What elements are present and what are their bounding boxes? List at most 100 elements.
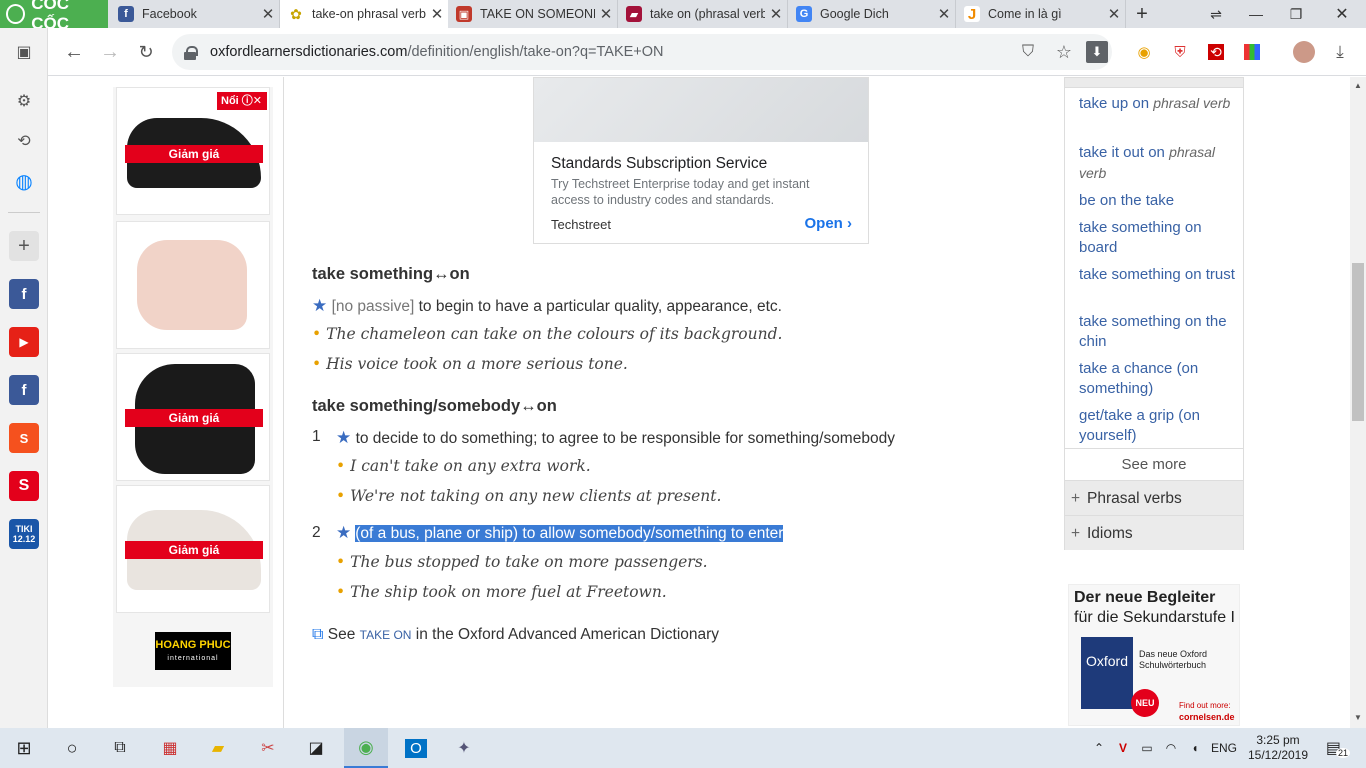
related-link[interactable]: take up on phrasal verb [1079,93,1239,114]
sidebar-toggle-icon[interactable]: ▣ [9,37,39,67]
tab-oxford[interactable]: ✿ take-on phrasal verb ✕ [280,0,448,28]
phrasal-verbs-section[interactable]: Phrasal verbs [1065,480,1243,516]
related-link[interactable]: take something on trust [1079,265,1239,285]
chevron-up-icon[interactable]: ⌃ [1090,728,1108,768]
neu-badge: NEU [1131,689,1159,717]
definition-line: ★ (of a bus, plane or ship) to allow some… [336,523,784,543]
shopee-icon[interactable]: S [9,423,39,453]
sticky-notes-icon[interactable]: ◪ [300,728,332,768]
task-view-icon[interactable]: ⧉ [104,728,136,768]
close-icon[interactable]: ✕ [595,5,617,23]
bullet-icon: • [336,583,346,601]
window-close-button[interactable]: ✕ [1322,0,1362,28]
reload-button[interactable]: ↻ [132,38,160,66]
shield-icon[interactable]: ⛉ [1014,38,1042,66]
coccoc-taskbar-icon[interactable]: ◉ [344,728,388,768]
sense-number: 2 [312,524,321,541]
taskbar-app-icon[interactable]: ▦ [154,728,186,768]
close-icon[interactable]: ✕ [426,5,448,23]
tiki-icon[interactable]: TIKI 12.12 [9,519,39,549]
ad-choices-badge[interactable]: Nổi ⓘ✕ [217,92,267,110]
related-link[interactable]: get/take a grip (on yourself) [1079,406,1239,446]
see-more-button[interactable]: See more [1065,448,1243,480]
history-icon[interactable]: ⟲ [9,126,39,156]
ad-product-shoe[interactable]: Giảm giá [116,485,270,613]
book-subtitle: Das neue Oxford Schulwörterbuch [1139,649,1208,670]
ad-product-shoe[interactable]: Giảm giá [116,353,270,481]
back-button[interactable]: ← [60,38,88,66]
gear-icon[interactable]: ⚙ [9,86,39,116]
close-icon[interactable]: ✕ [933,5,955,23]
battery-icon[interactable]: ▭ [1138,728,1156,768]
extension-adblock-icon[interactable]: ⛨ [1166,38,1194,66]
clock[interactable]: 3:25 pm 15/12/2019 [1246,728,1310,768]
related-link[interactable]: be on the take [1079,191,1239,211]
language-indicator[interactable]: ENG [1208,728,1240,768]
sendo-icon[interactable]: S [9,471,39,501]
volume-icon[interactable]: ◖ [1186,728,1204,768]
tab-google-translate[interactable]: G Google Dich ✕ [788,0,956,28]
ad-product-shoe[interactable]: Nổi ⓘ✕ Giảm giá [116,87,270,215]
tab-search-icon[interactable]: ⇌ [1196,0,1236,28]
youtube-icon[interactable]: ▶ [9,327,39,357]
column-divider [283,77,284,728]
left-ad-column[interactable]: Nổi ⓘ✕ Giảm giá Giảm giá Giảm giá HOANG P… [113,87,273,687]
restore-button[interactable]: ❐ [1276,0,1316,28]
close-icon[interactable]: ✕ [765,5,787,23]
related-link[interactable]: take something on board [1079,218,1239,258]
related-link[interactable]: take it out on phrasal verb [1079,142,1239,184]
idioms-section[interactable]: Idioms [1065,515,1243,551]
hoangphuc-logo[interactable]: HOANG PHUC international [155,632,231,670]
notification-center-icon[interactable]: ▤ 21 [1322,728,1354,768]
add-shortcut-icon[interactable]: + [9,231,39,261]
wifi-icon[interactable]: ◠ [1162,728,1180,768]
messenger-icon[interactable]: ◍ [9,166,39,196]
download-page-icon[interactable]: ⬇ [1086,41,1108,63]
extension-coccoc-icon[interactable]: ◉ [1130,38,1158,66]
downloads-icon[interactable]: ⤓ [1326,38,1354,66]
file-explorer-icon[interactable]: ▰ [202,728,234,768]
scroll-down-icon[interactable]: ▼ [1354,713,1362,722]
bookmark-star-icon[interactable]: ☆ [1050,38,1078,66]
close-icon[interactable]: ✕ [257,5,279,23]
related-link[interactable]: take something on the chin [1079,312,1239,352]
tab-facebook[interactable]: f Facebook ✕ [110,0,280,28]
ad-open-button[interactable]: Open › [804,215,852,232]
search-icon[interactable]: ○ [56,728,88,768]
tab-cambridge[interactable]: ▣ TAKE ON SOMEONE/✕ [448,0,618,28]
tray-app-icon[interactable]: V [1114,728,1132,768]
close-icon[interactable]: ⓘ✕ [242,95,262,107]
ad-product-shoe[interactable] [116,221,270,349]
browser-sidebar: ▣ ⚙ ⟲ ◍ + f ▶ f S S TIKI 12.12 [0,28,48,728]
scroll-up-icon[interactable]: ▲ [1354,81,1362,90]
facebook-icon[interactable]: f [9,375,39,405]
facebook-icon[interactable]: f [9,279,39,309]
tab-takeon[interactable]: ▰ take on (phrasal verb ✕ [618,0,788,28]
selected-definition-text[interactable]: (of a bus, plane or ship) to allow someb… [355,525,784,542]
windows-start-icon[interactable]: ⊞ [8,728,40,768]
right-ad-banner[interactable]: Der neue Begleiter für die Sekundarstufe… [1068,584,1240,726]
snipping-tool-icon[interactable]: ✂ [252,728,284,768]
oxford-icon: ✿ [288,6,304,22]
related-link[interactable]: take a chance (on something) [1079,359,1239,399]
minimize-button[interactable]: — [1236,0,1276,28]
profile-avatar[interactable] [1290,38,1318,66]
extension-red-icon[interactable]: ⟲ [1202,38,1230,66]
sale-label: Giảm giá [125,145,263,163]
tab-come-in[interactable]: J Come in là gì ✕ [956,0,1126,28]
see-word-link[interactable]: TAKE ON [360,628,412,642]
coccoc-brand[interactable]: CỐC CỐC [0,0,108,33]
ad-card-title[interactable]: Standards Subscription Service [551,155,767,173]
page-scrollbar[interactable]: ▲ ▼ [1350,77,1366,728]
new-tab-button[interactable]: + [1122,0,1162,28]
address-bar[interactable]: oxfordlearnersdictionaries.com/definitio… [172,34,1112,70]
extension-colors-icon[interactable] [1238,38,1266,66]
j-icon: J [964,6,980,23]
scrollbar-thumb[interactable] [1352,263,1364,421]
forward-button[interactable]: → [96,38,124,66]
outlook-icon[interactable]: O [400,728,432,768]
ad-card[interactable]: Standards Subscription Service Try Techs… [533,77,869,244]
taskbar-app2-icon[interactable]: ✦ [448,728,480,768]
see-also-link[interactable]: ⧉ See TAKE ON in the Oxford Advanced Ame… [312,626,719,644]
ad-site-link[interactable]: cornelsen.de [1179,712,1235,722]
